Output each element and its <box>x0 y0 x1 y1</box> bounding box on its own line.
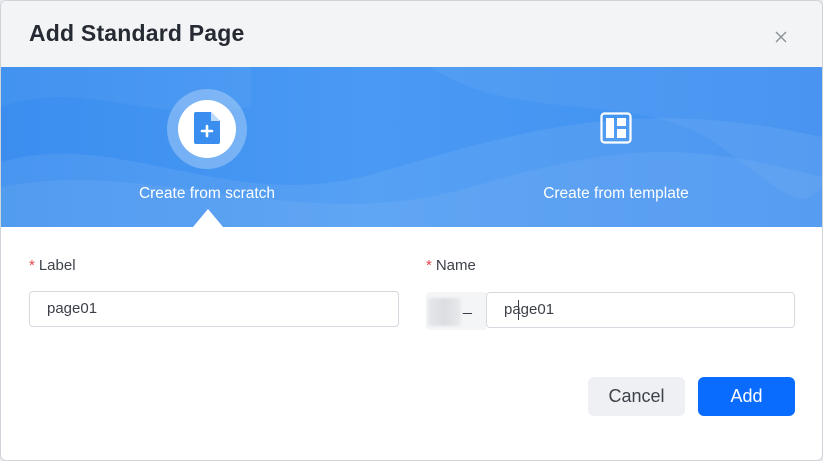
new-page-icon <box>193 111 221 150</box>
required-marker: * <box>29 257 35 274</box>
close-icon[interactable] <box>769 25 793 49</box>
label-input[interactable]: page01 <box>29 291 399 327</box>
option-create-from-template[interactable]: Create from template <box>486 67 746 227</box>
creation-mode-banner: Create from scratch Create from template <box>1 67 822 227</box>
add-page-dialog: Add Standard Page Create from scratch Cr… <box>0 0 823 461</box>
dialog-title: Add Standard Page <box>29 20 245 46</box>
add-button[interactable]: Add <box>698 377 795 416</box>
selected-option-pointer <box>193 209 223 227</box>
cancel-button[interactable]: Cancel <box>588 377 685 416</box>
name-field-title: Name <box>435 257 476 274</box>
dialog-header: Add Standard Page <box>1 1 822 67</box>
blurred-prefix-text <box>428 298 461 326</box>
option-create-from-scratch[interactable]: Create from scratch <box>77 67 337 227</box>
prefix-separator: _ <box>463 298 472 315</box>
option-label-scratch: Create from scratch <box>138 185 276 202</box>
option-label-template: Create from template <box>543 185 689 202</box>
label-field-label: * Label <box>29 257 76 274</box>
label-field-title: Label <box>38 257 76 274</box>
template-layout-icon <box>600 112 632 149</box>
name-prefix: _ <box>426 292 486 330</box>
text-cursor <box>518 300 519 320</box>
name-input[interactable]: page01 <box>486 292 795 328</box>
required-marker: * <box>426 257 432 274</box>
name-field-label: * Name <box>426 257 476 274</box>
